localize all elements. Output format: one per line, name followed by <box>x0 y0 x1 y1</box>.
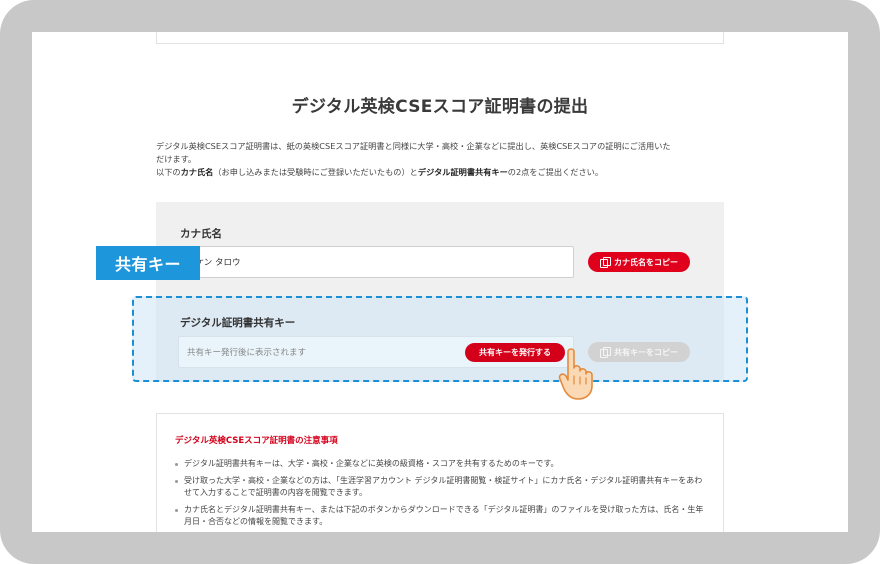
list-item: カナ氏名とデジタル証明書共有キー、または下記のボタンからダウンロードできる「デジ… <box>175 504 705 529</box>
list-item: 受け取った大学・高校・企業などの方は、「生涯学習アカウント デジタル証明書閲覧・… <box>175 475 705 500</box>
previous-section-card <box>156 32 724 44</box>
share-key-placeholder: 共有キー発行後に表示されます <box>187 348 307 358</box>
screen: デジタル英検CSEスコア証明書の提出 デジタル英検CSEスコア証明書は、紙の英検… <box>32 32 848 532</box>
intro-line-1: デジタル英検CSEスコア証明書は、紙の英検CSEスコア証明書と同様に大学・高校・… <box>156 141 671 151</box>
share-key-callout: 共有キー <box>96 246 200 280</box>
page-title: デジタル英検CSEスコア証明書の提出 <box>291 97 589 117</box>
intro-line-2: だけます。 <box>156 154 197 164</box>
kana-name-label: カナ氏名 <box>180 228 222 240</box>
copy-share-key-label: 共有キーをコピー <box>614 347 678 357</box>
intro-line-3: 以下のカナ氏名（お申し込みまたは受験時にご登録いただいたもの）とデジタル証明書共… <box>156 167 604 177</box>
copy-icon <box>600 346 611 358</box>
device-frame: デジタル英検CSEスコア証明書の提出 デジタル英検CSEスコア証明書は、紙の英検… <box>0 0 880 564</box>
list-item: デジタル証明書共有キーは、大学・高校・企業などに英検の級資格・スコアを共有するた… <box>175 458 705 471</box>
copy-share-key-button[interactable]: 共有キーをコピー <box>588 342 690 362</box>
copy-icon <box>600 256 611 268</box>
copy-kana-name-label: カナ氏名をコピー <box>614 257 678 267</box>
issue-share-key-button[interactable]: 共有キーを発行する <box>465 343 565 362</box>
hand-pointer-icon <box>558 348 593 400</box>
copy-kana-name-button[interactable]: カナ氏名をコピー <box>588 252 690 272</box>
notes-section: デジタル英検CSEスコア証明書の注意事項 デジタル証明書共有キーは、大学・高校・… <box>156 413 724 532</box>
share-key-label: デジタル証明書共有キー <box>180 317 296 329</box>
notes-list: デジタル証明書共有キーは、大学・高校・企業などに英検の級資格・スコアを共有するた… <box>175 458 705 532</box>
notes-title: デジタル英検CSEスコア証明書の注意事項 <box>175 436 338 446</box>
kana-name-field[interactable]: イケン タロウ <box>178 246 574 278</box>
intro-text: デジタル英検CSEスコア証明書は、紙の英検CSEスコア証明書と同様に大学・高校・… <box>156 140 726 179</box>
